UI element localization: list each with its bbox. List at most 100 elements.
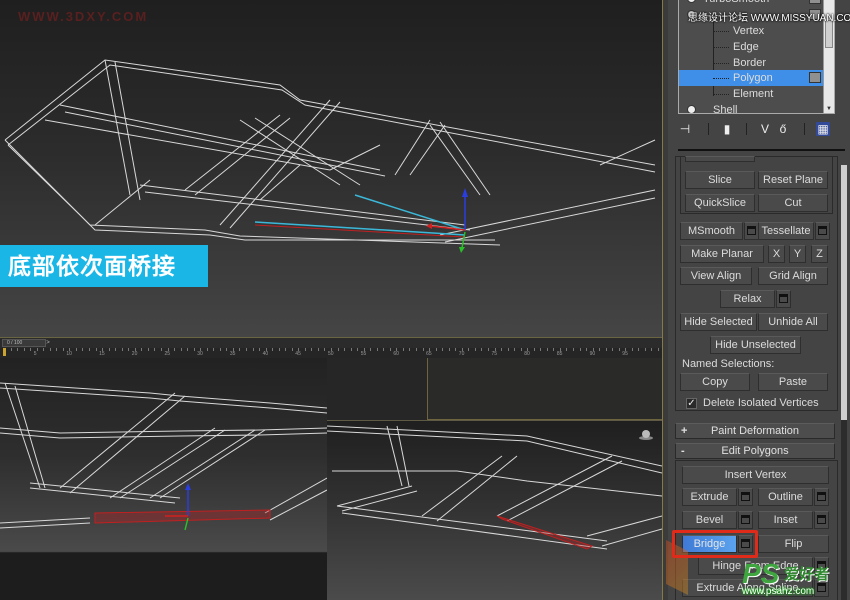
timeline-tick-label: 40: [262, 351, 269, 357]
relax-settings-button[interactable]: [776, 290, 791, 308]
insert-vertex-button[interactable]: Insert Vertex: [682, 466, 829, 484]
timeline-tick: [115, 348, 117, 351]
make-planar-button[interactable]: Make Planar: [680, 245, 764, 263]
viewcube-home-icon[interactable]: [638, 429, 654, 441]
reset-plane-button[interactable]: Reset Plane: [758, 171, 828, 189]
stack-subobject-border[interactable]: Border: [679, 55, 825, 71]
collapse-icon: -: [681, 445, 685, 457]
perspective-viewport-top[interactable]: WWW.3DXY.COM 底部依次面桥接: [0, 0, 662, 337]
timeline-tick: [36, 348, 38, 351]
timeline-tick: [154, 348, 156, 351]
hide-unselected-button[interactable]: Hide Unselected: [710, 336, 801, 354]
stack-subobject-vertex[interactable]: Vertex: [679, 23, 825, 39]
show-end-result-icon[interactable]: ▮: [720, 122, 734, 136]
rollout-edit-polygons[interactable]: - Edit Polygons: [675, 443, 835, 459]
timeline-tick-label: 70: [458, 351, 465, 357]
timeline-tick: [520, 348, 522, 351]
modifier-on-icon[interactable]: [687, 0, 696, 3]
timeline-tick: [206, 348, 208, 351]
hide-selected-button[interactable]: Hide Selected: [680, 313, 757, 331]
stack-item-turbosmooth[interactable]: TurboSmooth: [679, 0, 825, 7]
timeline-track[interactable]: 5 10 15 20 25 30 35 40 45 50 55 60 65 70 75 80 85 90 95: [0, 348, 662, 358]
inset-button[interactable]: Inset: [758, 511, 813, 529]
quickslice-button[interactable]: QuickSlice: [685, 194, 755, 212]
bevel-button[interactable]: Bevel: [682, 511, 737, 529]
settings-icon: [779, 294, 788, 303]
make-planar-z-button[interactable]: Z: [811, 245, 828, 263]
timeline-tick-label: 45: [295, 351, 301, 357]
timeline-tick: [62, 348, 64, 351]
timeline-tick: [259, 348, 261, 351]
timeline-tick: [219, 348, 221, 351]
current-frame-marker[interactable]: [3, 348, 6, 356]
timeline-tick: [416, 348, 418, 351]
expand-icon: +: [681, 425, 688, 437]
timeline-tick: [350, 348, 352, 351]
show-in-viewport-icon[interactable]: [809, 0, 821, 4]
timeline-tick: [514, 348, 516, 351]
timeline-tick: [448, 348, 450, 351]
stack-subobject-polygon[interactable]: Polygon: [679, 70, 825, 86]
timeline-tick-label: 85: [556, 351, 563, 357]
timeline-tick: [56, 348, 58, 351]
delete-isolated-vertices-checkbox[interactable]: ✓: [686, 398, 697, 409]
remove-modifier-icon[interactable]: ő: [776, 122, 790, 136]
timeline-tick-label: 60: [393, 351, 399, 357]
timeline-tick-label: 10: [66, 351, 72, 357]
pin-stack-icon[interactable]: ⊣: [678, 122, 692, 136]
unhide-all-button[interactable]: Unhide All: [758, 313, 828, 331]
timeline-tick: [572, 348, 574, 351]
stack-subobject-edge[interactable]: Edge: [679, 39, 825, 55]
outline-settings-button[interactable]: [814, 488, 829, 506]
paste-button[interactable]: Paste: [758, 373, 828, 391]
timeline-tick: [618, 348, 620, 351]
next-frame-button[interactable]: >: [44, 339, 52, 347]
inset-settings-button[interactable]: [814, 511, 829, 529]
scrollbar-thumb[interactable]: [825, 20, 833, 48]
extrude-button[interactable]: Extrude: [682, 488, 737, 506]
time-slider-thumb[interactable]: 0 / 100: [2, 339, 46, 347]
cut-button[interactable]: Cut: [758, 194, 828, 212]
settings-icon: [817, 583, 826, 592]
step-caption: 底部依次面桥接: [0, 245, 208, 287]
stack-item-shell[interactable]: Shell: [679, 102, 825, 113]
msmooth-button[interactable]: MSmooth: [680, 222, 743, 240]
command-panel-modify: TurboSmooth Editable Poly Vertex Edge Bo…: [668, 0, 850, 600]
slice-button[interactable]: Slice: [685, 171, 755, 189]
make-planar-x-button[interactable]: X: [768, 245, 785, 263]
bevel-settings-button[interactable]: [738, 511, 753, 529]
tessellate-button[interactable]: Tessellate: [758, 222, 814, 240]
timeline-tick: [193, 348, 195, 351]
perspective-viewport-bottom-right[interactable]: [327, 420, 662, 600]
msmooth-settings-button[interactable]: [744, 222, 759, 240]
make-unique-icon[interactable]: V: [758, 122, 772, 136]
timeline-tick: [658, 348, 659, 351]
make-planar-y-button[interactable]: Y: [789, 245, 806, 263]
rollout-paint-deformation[interactable]: + Paint Deformation: [675, 423, 835, 439]
outline-button[interactable]: Outline: [758, 488, 813, 506]
scroll-down-arrow-icon[interactable]: ▼: [826, 106, 832, 112]
timeline-tick: [121, 348, 123, 351]
tessellate-settings-button[interactable]: [815, 222, 830, 240]
command-panel-scrollbar[interactable]: [841, 165, 847, 600]
stack-subobject-element[interactable]: Element: [679, 86, 825, 102]
extrude-settings-button[interactable]: [738, 488, 753, 506]
grid-align-button[interactable]: Grid Align: [758, 267, 828, 285]
bridge-highlight-annotation: [672, 530, 758, 558]
timeline-tick: [435, 348, 437, 351]
perspective-viewport-bottom-left[interactable]: [0, 358, 327, 600]
configure-modifier-sets-icon[interactable]: ▦: [816, 122, 830, 136]
copy-button[interactable]: Copy: [680, 373, 750, 391]
modifier-on-icon[interactable]: [687, 105, 696, 113]
time-slider-bar[interactable]: 0 / 100 > 5 10 15 20 25 30 35 40 45 50 55 60 65 70 75 8…: [0, 337, 662, 358]
relax-button[interactable]: Relax: [720, 290, 775, 308]
view-align-button[interactable]: View Align: [680, 267, 752, 285]
timeline-tick: [422, 348, 424, 351]
timeline-tick: [17, 348, 19, 351]
timeline-tick: [376, 348, 378, 351]
timeline-tick: [272, 348, 274, 351]
scrollbar-thumb[interactable]: [841, 165, 847, 420]
timeline-tick-label: 80: [524, 351, 530, 357]
timeline-tick: [10, 348, 12, 351]
flip-button[interactable]: Flip: [758, 535, 829, 553]
